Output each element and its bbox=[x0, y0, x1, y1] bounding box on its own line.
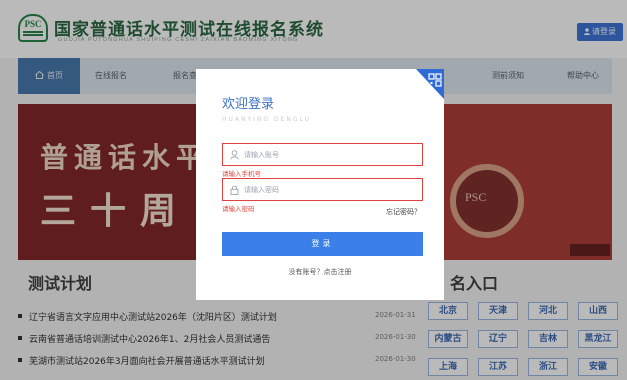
password-input[interactable] bbox=[244, 183, 414, 197]
account-error-text: 请输入手机号 bbox=[222, 170, 261, 178]
account-field[interactable] bbox=[222, 143, 423, 166]
password-error-text: 请输入密码 bbox=[222, 205, 255, 213]
account-input[interactable] bbox=[244, 148, 414, 162]
user-icon bbox=[230, 150, 239, 160]
modal-subtitle: HUANYING DENGLU bbox=[222, 116, 311, 123]
qr-code-icon bbox=[428, 73, 442, 87]
password-field[interactable] bbox=[222, 178, 423, 201]
modal-title: 欢迎登录 bbox=[222, 97, 275, 112]
forgot-password-link[interactable]: 忘记密码？ bbox=[386, 207, 421, 217]
lock-icon bbox=[230, 185, 239, 195]
login-submit-button[interactable]: 登录 bbox=[222, 232, 423, 256]
register-link[interactable]: 没有账号？点击注册 bbox=[196, 267, 444, 277]
login-modal: 欢迎登录 HUANYING DENGLU 请输入手机号 请输入密码 忘记密码？ … bbox=[196, 69, 444, 300]
